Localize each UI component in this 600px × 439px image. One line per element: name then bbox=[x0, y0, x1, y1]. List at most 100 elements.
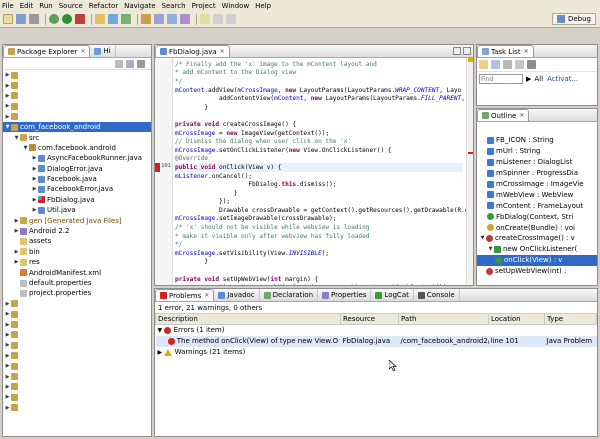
menu-item-search[interactable]: Search bbox=[162, 2, 186, 10]
outline-item[interactable]: ▼ new OnClickListener( bbox=[477, 244, 597, 255]
tab-package-explorer[interactable]: Package Explorer ✕ bbox=[3, 45, 91, 57]
chevron-right-icon[interactable]: ▶ bbox=[4, 353, 11, 359]
categorize-icon[interactable] bbox=[491, 60, 500, 69]
code-line[interactable]: mCrossImage .setOnClickListener(new View.… bbox=[175, 146, 463, 155]
tab-javadoc[interactable]: Javadoc bbox=[214, 289, 260, 301]
tree-item[interactable]: ▶ Util.java bbox=[3, 205, 151, 215]
code-line[interactable]: /* 'x' should not be visible while webvi… bbox=[175, 223, 463, 232]
tree-item[interactable]: ▶ AsyncFacebookRunner.java bbox=[3, 153, 151, 163]
code-line[interactable] bbox=[175, 112, 463, 121]
menu-item-help[interactable]: Help bbox=[255, 2, 271, 10]
tree-item[interactable]: ▶ bbox=[3, 319, 151, 329]
forward-icon[interactable] bbox=[226, 14, 236, 24]
new-icon[interactable] bbox=[3, 14, 13, 24]
column-header-description[interactable]: Description bbox=[155, 313, 341, 325]
chevron-down-icon[interactable]: ▼ bbox=[13, 135, 20, 141]
collapse-all-icon[interactable] bbox=[515, 60, 524, 69]
chevron-right-icon[interactable]: ▶ bbox=[4, 301, 11, 307]
perspective-switcher[interactable]: Debug bbox=[551, 13, 596, 25]
maximize-icon[interactable] bbox=[463, 47, 471, 55]
tree-item[interactable]: ▶ bbox=[3, 101, 151, 111]
code-line[interactable]: FbDialog. this .dismiss(); bbox=[175, 180, 463, 189]
back-icon[interactable] bbox=[213, 14, 223, 24]
chevron-down-icon[interactable]: ▼ bbox=[4, 124, 11, 130]
table-row[interactable]: The method onClick(View) of type new Vie… bbox=[155, 335, 597, 347]
search-icon[interactable] bbox=[154, 14, 164, 24]
tree-item[interactable]: ▶ bbox=[3, 371, 151, 381]
tree-item[interactable]: ▶ bbox=[3, 403, 151, 413]
chevron-right-icon[interactable]: ▶ bbox=[4, 394, 11, 400]
code-line[interactable]: } bbox=[175, 103, 463, 112]
run-icon[interactable] bbox=[62, 14, 72, 24]
warnings-group-row[interactable]: ▶ Warnings (21 items) bbox=[156, 347, 597, 358]
tree-item[interactable]: ▶ bbox=[3, 80, 151, 90]
code-line[interactable]: mCrossImage = new ImageView(getContext()… bbox=[175, 129, 463, 138]
external-tools-icon[interactable] bbox=[75, 14, 85, 24]
avd-manager-icon[interactable] bbox=[180, 14, 190, 24]
tree-item[interactable]: project.properties bbox=[3, 288, 151, 298]
tree-item[interactable]: AndroidManifest.xml bbox=[3, 267, 151, 277]
tab-console[interactable]: Console bbox=[414, 289, 460, 301]
chevron-down-icon[interactable]: ▼ bbox=[487, 246, 494, 252]
code-area[interactable]: /* Finally add the 'x' image to the mCon… bbox=[175, 60, 473, 285]
code-line[interactable]: /* Finally add the 'x' image to the mCon… bbox=[175, 60, 463, 69]
code-line[interactable]: }); bbox=[175, 198, 463, 207]
debug-icon[interactable] bbox=[49, 14, 59, 24]
chevron-right-icon[interactable]: ▶ bbox=[4, 374, 11, 380]
chevron-down-icon[interactable]: ▼ bbox=[158, 327, 163, 334]
code-line[interactable] bbox=[175, 266, 463, 275]
chevron-right-icon[interactable]: ▶ bbox=[4, 93, 11, 99]
all-filter[interactable]: All bbox=[534, 75, 543, 83]
filter-icon[interactable] bbox=[503, 60, 512, 69]
menu-item-refactor[interactable]: Refactor bbox=[89, 2, 118, 10]
new-java-project-icon[interactable] bbox=[95, 14, 105, 24]
chevron-right-icon[interactable]: ▶ bbox=[13, 228, 20, 234]
tree-item[interactable]: ▶ FbDialog.java bbox=[3, 195, 151, 205]
tab-task-list[interactable]: Task List ✕ bbox=[477, 45, 534, 57]
column-header-type[interactable]: Type bbox=[544, 313, 597, 325]
next-annotation-icon[interactable] bbox=[200, 14, 210, 24]
view-menu-icon[interactable] bbox=[527, 60, 536, 69]
chevron-right-icon[interactable]: ▶ bbox=[4, 384, 11, 390]
code-line[interactable]: addContentView(mContent, new LayoutParam… bbox=[175, 94, 473, 103]
outline-item[interactable]: mWebView : WebView bbox=[477, 189, 597, 200]
tree-item[interactable]: ▼ com.facebook.android bbox=[3, 143, 151, 153]
outline-item[interactable]: mCrossImage : ImageVie bbox=[477, 179, 597, 190]
outline-item[interactable]: onClick(View) : v bbox=[477, 254, 597, 266]
chevron-down-icon[interactable]: ▼ bbox=[22, 145, 29, 151]
new-class-icon[interactable] bbox=[121, 14, 131, 24]
code-line[interactable]: mContent .addView(mCrossImage, new Layout… bbox=[175, 86, 463, 95]
outline-item[interactable]: ▼ createCrossImage() : v bbox=[477, 233, 597, 244]
chevron-right-icon[interactable]: ▶ bbox=[4, 311, 11, 317]
chevron-right-icon[interactable]: ▶ bbox=[4, 363, 11, 369]
tree-item[interactable]: ▶ bbox=[3, 340, 151, 350]
chevron-right-icon[interactable]: ▶ bbox=[31, 176, 38, 182]
code-line[interactable]: LinearLayout webViewContainer = new Line… bbox=[175, 283, 463, 285]
tree-item[interactable]: ▶ bbox=[3, 351, 151, 361]
chevron-right-icon[interactable]: ▶ bbox=[31, 166, 38, 172]
chevron-right-icon[interactable]: ▶ bbox=[31, 186, 38, 192]
tree-item[interactable]: ▶ bbox=[3, 330, 151, 340]
close-icon[interactable]: ✕ bbox=[220, 48, 225, 55]
chevron-right-icon[interactable]: ▶ bbox=[4, 103, 11, 109]
close-icon[interactable]: ✕ bbox=[80, 48, 85, 55]
tree-item[interactable]: ▶ bin bbox=[3, 247, 151, 257]
tab-hierarchy[interactable]: Hi bbox=[90, 45, 116, 57]
outline-item[interactable]: FB_ICON : String bbox=[477, 135, 597, 146]
tree-item[interactable]: ▶ bbox=[3, 70, 151, 80]
save-icon[interactable] bbox=[16, 14, 26, 24]
chevron-right-icon[interactable]: ▶ bbox=[4, 342, 11, 348]
chevron-right-icon[interactable]: ▶ bbox=[13, 259, 20, 265]
code-line[interactable]: private void setUpWebView(int margin) { bbox=[175, 275, 463, 284]
outline-item[interactable]: setUpWebView(int) : bbox=[477, 266, 597, 277]
menu-item-source[interactable]: Source bbox=[59, 2, 83, 10]
menu-item-edit[interactable]: Edit bbox=[20, 2, 34, 10]
code-line[interactable]: */ bbox=[175, 77, 463, 86]
tab-fbdialog-java[interactable]: FbDialog.java ✕ bbox=[155, 45, 230, 57]
code-line[interactable]: */ bbox=[175, 240, 463, 249]
close-icon[interactable]: ✕ bbox=[519, 112, 524, 119]
error-marker[interactable] bbox=[468, 152, 473, 154]
tree-item[interactable]: ▶ res bbox=[3, 257, 151, 267]
tree-item[interactable]: ▶ bbox=[3, 392, 151, 402]
code-line[interactable]: Drawable crossDrawable = getContext().ge… bbox=[175, 206, 473, 215]
